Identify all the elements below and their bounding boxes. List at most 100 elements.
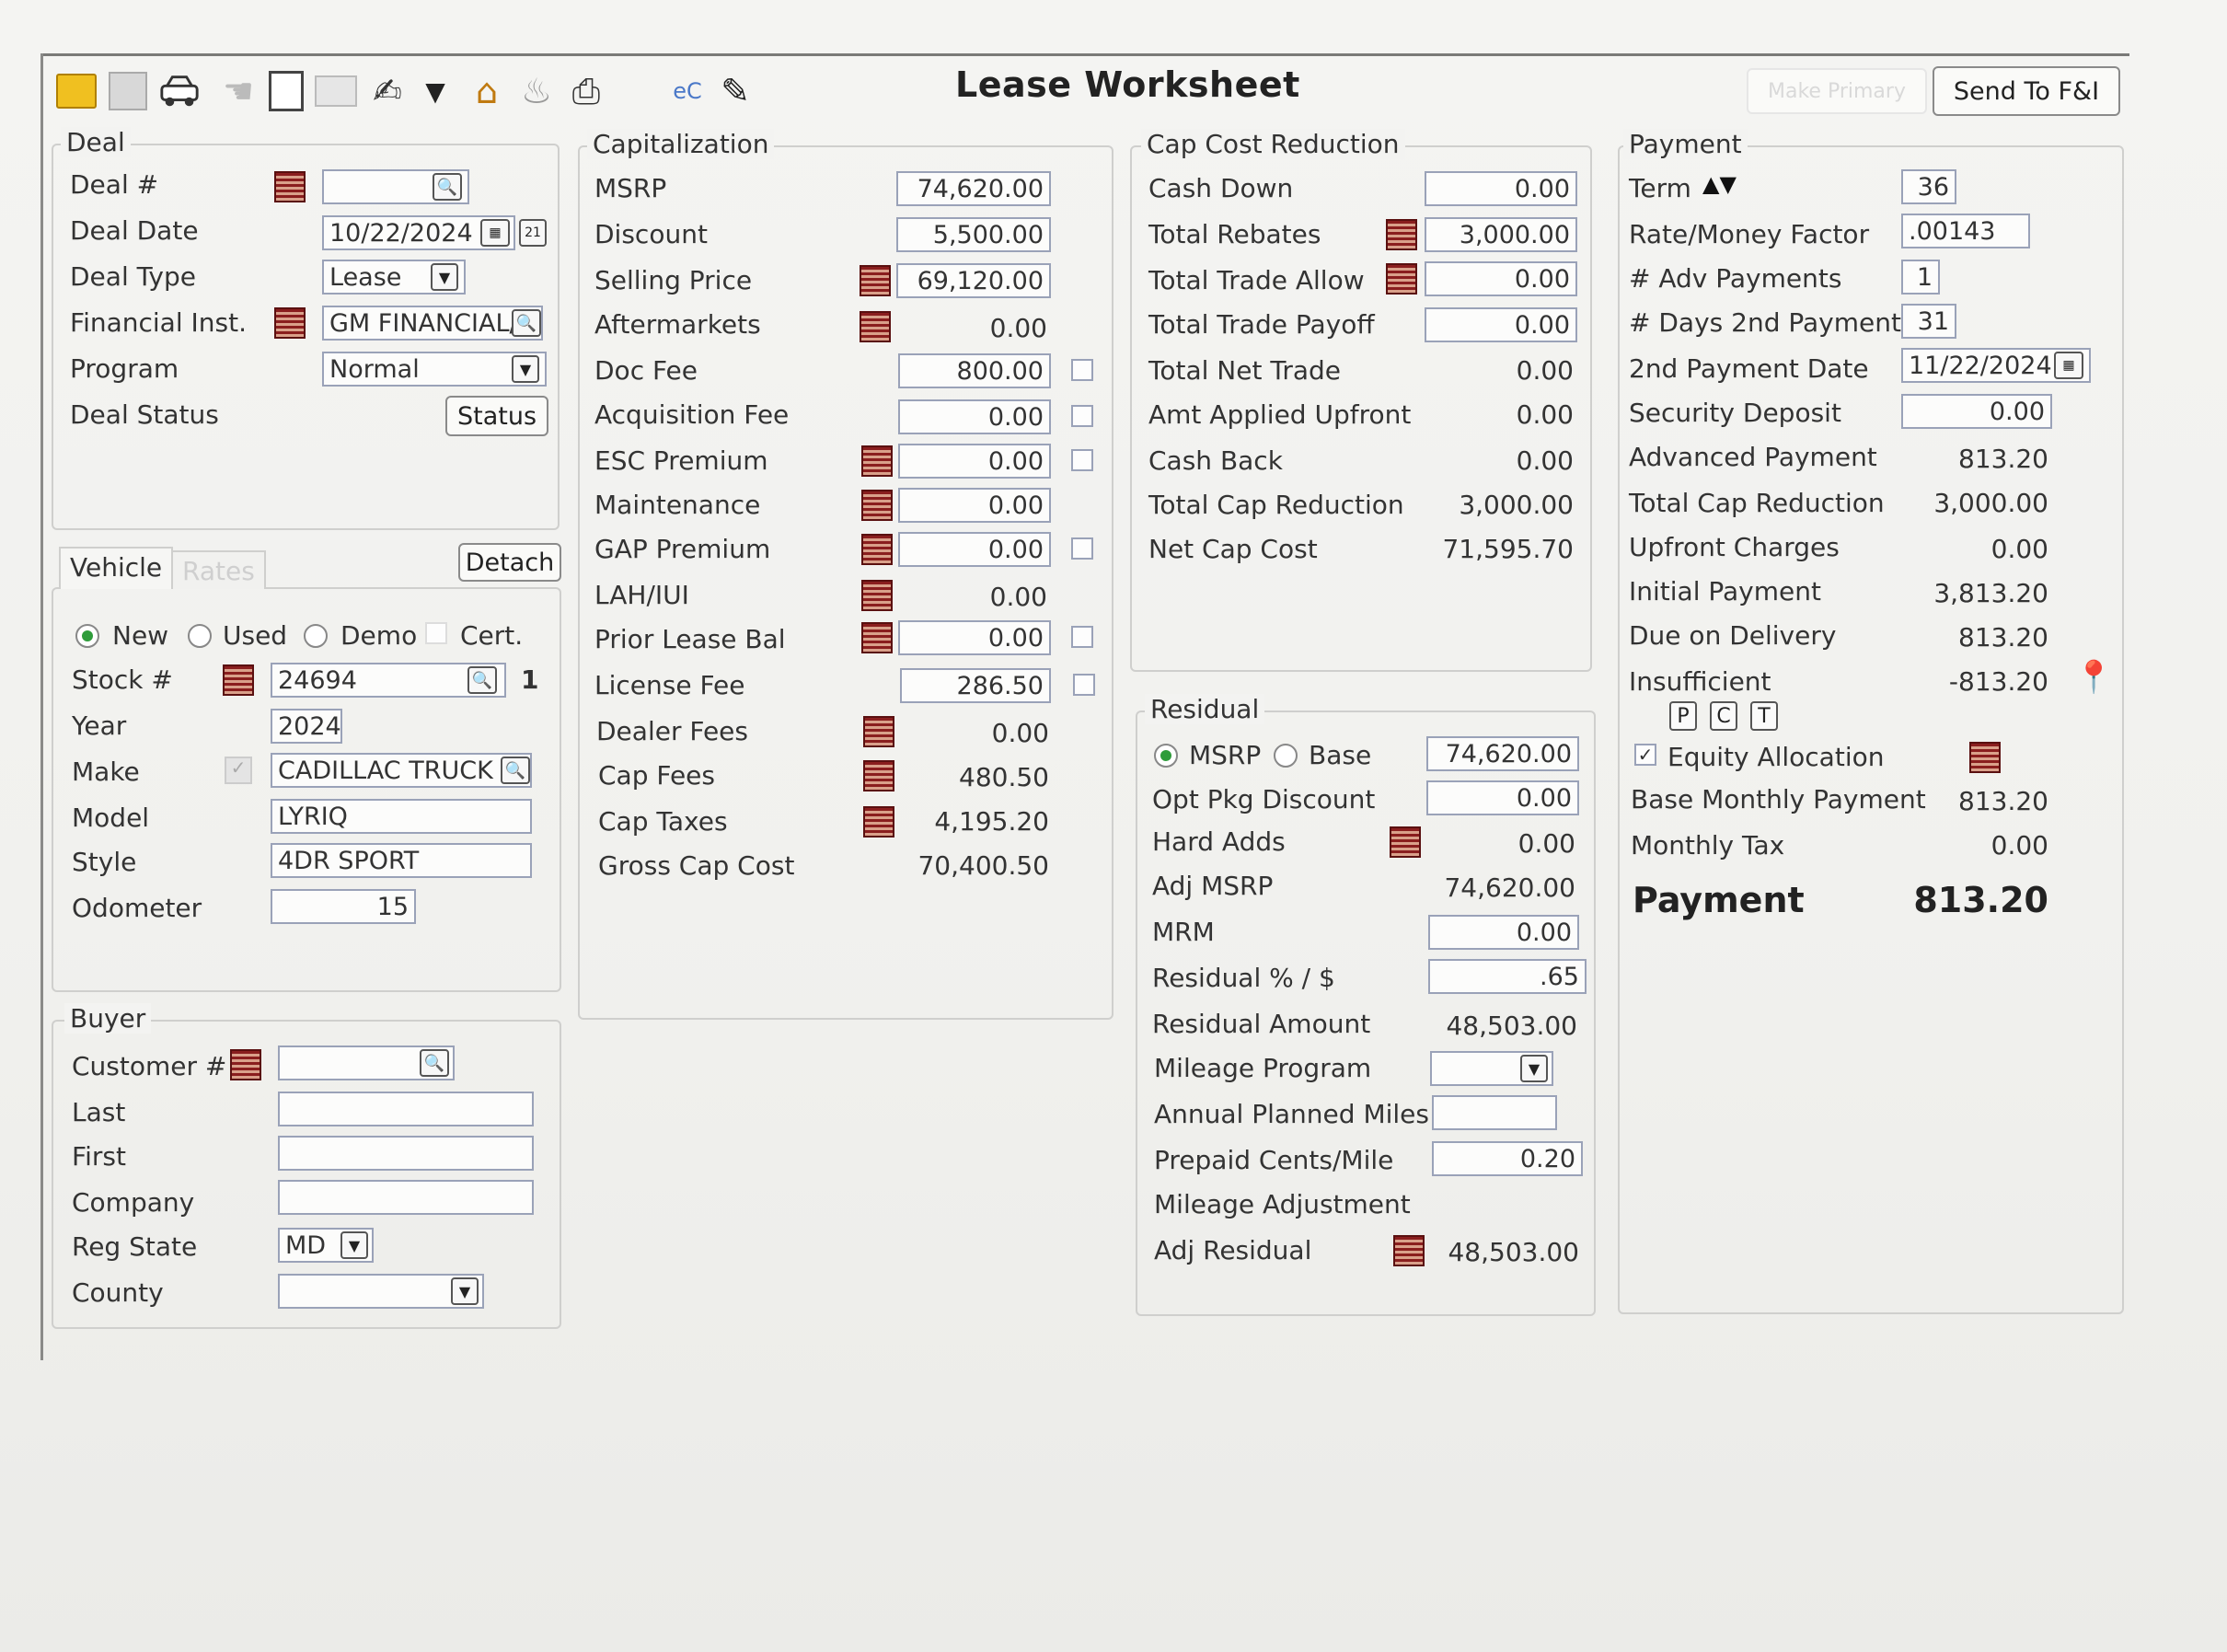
send-to-fi-button[interactable]: Send To F&I bbox=[1933, 66, 2120, 116]
year-input[interactable]: 2024 bbox=[271, 709, 342, 744]
alert-pin-icon[interactable]: 📍 bbox=[2074, 659, 2113, 696]
search-icon[interactable]: 🔍 bbox=[512, 309, 541, 337]
ledger-icon[interactable] bbox=[861, 580, 893, 611]
odometer-input[interactable]: 15 bbox=[271, 889, 416, 924]
acquisition-fee-input[interactable]: 0.00 bbox=[898, 399, 1051, 434]
tab-vehicle[interactable]: Vehicle bbox=[59, 547, 174, 589]
chevron-down-icon[interactable]: ▼ bbox=[431, 263, 458, 291]
edit-icon[interactable]: ✎ bbox=[714, 70, 756, 112]
ledger-icon[interactable] bbox=[863, 716, 894, 747]
prior-lease-bal-checkbox[interactable] bbox=[1071, 626, 1093, 648]
security-deposit-input[interactable]: 0.00 bbox=[1901, 394, 2052, 429]
ledger-icon[interactable] bbox=[1390, 826, 1421, 858]
esc-premium-input[interactable]: 0.00 bbox=[898, 444, 1051, 479]
search-icon[interactable]: 🔍 bbox=[420, 1049, 449, 1077]
make-input[interactable]: CADILLAC TRUCK bbox=[271, 753, 532, 788]
first-name-input[interactable] bbox=[278, 1136, 534, 1171]
ledger-icon[interactable] bbox=[274, 171, 306, 202]
document-icon[interactable] bbox=[265, 70, 307, 112]
esc-premium-checkbox[interactable] bbox=[1071, 449, 1093, 471]
ledger-icon[interactable] bbox=[861, 622, 893, 653]
chevron-down-icon[interactable]: ▼ bbox=[451, 1277, 479, 1305]
calendar-icon[interactable]: ▦ bbox=[2054, 352, 2083, 379]
adv-payments-input[interactable]: 1 bbox=[1901, 260, 1940, 295]
financial-inst-input[interactable]: GM FINANCIAL/ bbox=[322, 306, 543, 341]
note-icon[interactable] bbox=[55, 70, 98, 112]
ledger-icon[interactable] bbox=[863, 760, 894, 791]
house-icon[interactable]: ⌂ bbox=[466, 70, 508, 112]
printer-icon[interactable]: ⎙ bbox=[565, 70, 607, 112]
search-icon[interactable]: 🔍 bbox=[501, 757, 530, 784]
pen-icon[interactable]: ✍ bbox=[366, 70, 409, 112]
prepaid-cents-mile-input[interactable]: 0.20 bbox=[1432, 1141, 1583, 1176]
p-button[interactable]: P bbox=[1669, 701, 1697, 731]
ledger-icon[interactable] bbox=[274, 307, 306, 339]
make-primary-button[interactable]: Make Primary bbox=[1747, 68, 1927, 114]
keyboard-icon[interactable] bbox=[315, 70, 357, 112]
c-button[interactable]: C bbox=[1710, 701, 1737, 731]
ledger-icon[interactable] bbox=[863, 806, 894, 838]
annual-planned-miles-input[interactable] bbox=[1432, 1095, 1557, 1130]
chevron-down-icon[interactable]: ▼ bbox=[414, 70, 456, 112]
rate-money-factor-input[interactable]: .00143 bbox=[1901, 214, 2030, 248]
base-radio[interactable] bbox=[1274, 744, 1298, 768]
license-fee-checkbox[interactable] bbox=[1073, 674, 1095, 696]
ledger-icon[interactable] bbox=[230, 1049, 261, 1080]
msrp-radio[interactable] bbox=[1154, 744, 1178, 768]
gap-premium-input[interactable]: 0.00 bbox=[898, 532, 1051, 567]
ec-icon[interactable]: eC bbox=[666, 70, 709, 112]
style-input[interactable]: 4DR SPORT bbox=[271, 843, 532, 878]
ledger-icon[interactable] bbox=[1386, 219, 1417, 250]
term-up-down-icon[interactable]: ▲▼ bbox=[1702, 171, 1737, 197]
term-input[interactable]: 36 bbox=[1901, 169, 1956, 204]
last-name-input[interactable] bbox=[278, 1092, 534, 1126]
license-fee-input[interactable]: 286.50 bbox=[900, 668, 1051, 703]
ledger-icon[interactable] bbox=[861, 490, 893, 521]
hand-icon[interactable]: ☚ bbox=[217, 70, 260, 112]
mrm-input[interactable]: 0.00 bbox=[1428, 915, 1579, 950]
new-radio[interactable] bbox=[75, 624, 99, 648]
calculator-icon[interactable] bbox=[107, 70, 149, 112]
selling-price-input[interactable]: 69,120.00 bbox=[896, 263, 1051, 298]
ledger-icon[interactable] bbox=[1386, 263, 1417, 295]
search-icon[interactable]: 🔍 bbox=[433, 173, 462, 201]
ledger-icon[interactable] bbox=[223, 664, 254, 696]
car-icon[interactable] bbox=[158, 70, 201, 112]
model-input[interactable]: LYRIQ bbox=[271, 799, 532, 834]
status-button[interactable]: Status bbox=[445, 396, 548, 436]
ledger-icon[interactable] bbox=[1969, 742, 2001, 773]
doc-fee-checkbox[interactable] bbox=[1071, 359, 1093, 381]
ledger-icon[interactable] bbox=[860, 311, 891, 342]
residual-base-input[interactable]: 74,620.00 bbox=[1426, 736, 1579, 771]
msrp-input[interactable]: 74,620.00 bbox=[896, 171, 1051, 206]
equity-allocation-checkbox[interactable]: ✓ bbox=[1634, 744, 1656, 766]
ledger-icon[interactable] bbox=[861, 445, 893, 477]
ledger-icon[interactable] bbox=[1393, 1235, 1425, 1266]
make-checkbox[interactable]: ✓ bbox=[225, 757, 252, 784]
residual-percent-input[interactable]: .65 bbox=[1428, 959, 1587, 994]
chevron-down-icon[interactable]: ▼ bbox=[340, 1231, 368, 1259]
t-button[interactable]: T bbox=[1750, 701, 1778, 731]
cash-down-input[interactable]: 0.00 bbox=[1425, 171, 1577, 206]
ledger-icon[interactable] bbox=[861, 534, 893, 565]
calendar-icon[interactable]: ▦ bbox=[480, 219, 510, 247]
chevron-down-icon[interactable]: ▼ bbox=[512, 355, 539, 383]
total-trade-payoff-input[interactable]: 0.00 bbox=[1425, 307, 1577, 342]
opt-pkg-discount-input[interactable]: 0.00 bbox=[1426, 780, 1579, 815]
gap-premium-checkbox[interactable] bbox=[1071, 537, 1093, 560]
total-rebates-input[interactable]: 3,000.00 bbox=[1425, 217, 1577, 252]
discount-input[interactable]: 5,500.00 bbox=[896, 217, 1051, 252]
ledger-icon[interactable] bbox=[860, 265, 891, 296]
doc-fee-input[interactable]: 800.00 bbox=[898, 353, 1051, 388]
chevron-down-icon[interactable]: ▼ bbox=[1520, 1055, 1548, 1082]
cert-checkbox[interactable] bbox=[425, 622, 447, 644]
total-trade-allow-input[interactable]: 0.00 bbox=[1425, 261, 1577, 296]
fire-icon[interactable]: ♨ bbox=[515, 70, 558, 112]
prior-lease-bal-input[interactable]: 0.00 bbox=[898, 620, 1051, 655]
maintenance-input[interactable]: 0.00 bbox=[898, 488, 1051, 523]
acquisition-fee-checkbox[interactable] bbox=[1071, 405, 1093, 427]
detach-button[interactable]: Detach bbox=[458, 543, 561, 582]
used-radio[interactable] bbox=[188, 624, 212, 648]
tab-rates[interactable]: Rates bbox=[171, 550, 266, 589]
demo-radio[interactable] bbox=[304, 624, 328, 648]
